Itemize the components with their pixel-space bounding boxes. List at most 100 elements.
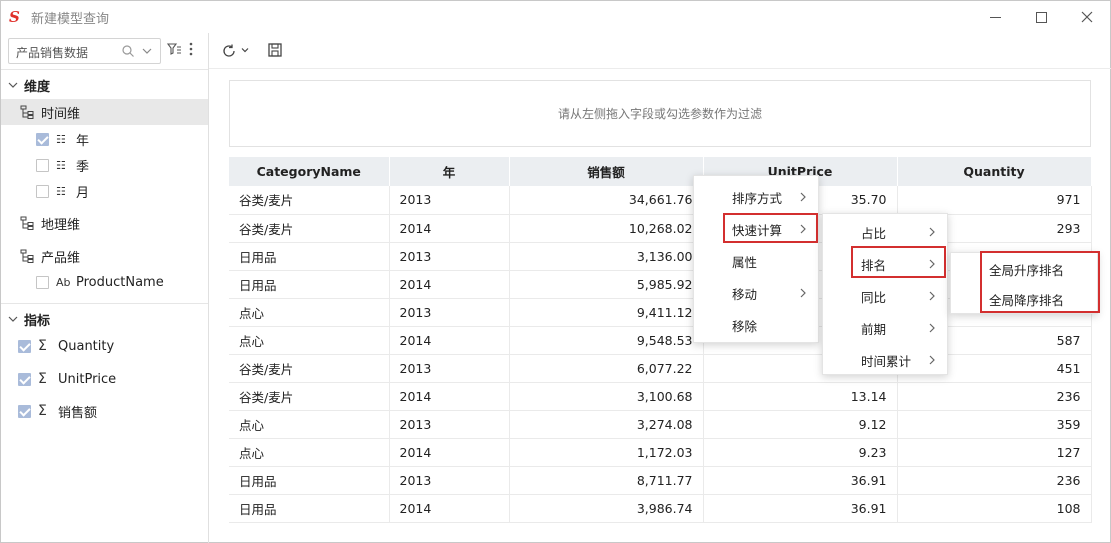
table-cell[interactable]: 9,411.12	[509, 298, 704, 327]
measure-unitprice[interactable]: Σ UnitPrice	[1, 366, 208, 392]
chevron-down-icon[interactable]	[240, 45, 250, 55]
table-cell[interactable]: 236	[897, 466, 1092, 495]
table-cell[interactable]: 3,274.08	[509, 410, 704, 439]
measure-quantity[interactable]: Σ Quantity	[1, 333, 208, 359]
field-checkbox[interactable]	[18, 404, 31, 418]
table-cell[interactable]: 日用品	[229, 242, 390, 271]
table-cell[interactable]: 13.14	[703, 382, 898, 411]
table-cell[interactable]: 36.91	[703, 466, 898, 495]
table-cell[interactable]: 8,711.77	[509, 466, 704, 495]
field-checkbox[interactable]	[36, 132, 49, 146]
table-cell[interactable]: 9.12	[703, 410, 898, 439]
table-cell[interactable]: 10,268.02	[509, 214, 704, 243]
table-cell[interactable]: 2013	[389, 354, 510, 383]
column-header[interactable]: Quantity	[897, 157, 1092, 186]
chevron-down-icon[interactable]	[6, 78, 20, 92]
field-checkbox[interactable]	[36, 184, 49, 198]
column-header[interactable]: CategoryName	[229, 157, 390, 186]
table-cell[interactable]: 2014	[389, 494, 510, 523]
measure-sales[interactable]: Σ 销售额	[1, 398, 208, 424]
search-icon[interactable]	[121, 44, 135, 58]
table-cell[interactable]: 2013	[389, 186, 510, 215]
table-cell[interactable]: 359	[897, 410, 1092, 439]
table-cell[interactable]: 2013	[389, 298, 510, 327]
table-cell[interactable]: 谷类/麦片	[229, 214, 390, 243]
field-month[interactable]: ☷ 月	[1, 178, 208, 204]
column-header[interactable]: 年	[389, 157, 510, 186]
more-icon[interactable]	[186, 41, 196, 57]
table-cell[interactable]: 2013	[389, 242, 510, 271]
dim-group-time[interactable]: 时间维	[1, 99, 208, 125]
table-cell[interactable]: 2014	[389, 214, 510, 243]
field-quarter[interactable]: ☷ 季	[1, 152, 208, 178]
field-checkbox[interactable]	[36, 275, 49, 289]
dataset-selector[interactable]: 产品销售数据	[8, 38, 161, 64]
table-row[interactable]: 谷类/麦片 2013 6,077.22 451	[229, 354, 1092, 383]
filter-icon[interactable]	[166, 41, 182, 57]
table-cell[interactable]: 点心	[229, 298, 390, 327]
minimize-button[interactable]	[972, 1, 1018, 33]
table-cell[interactable]: 236	[897, 382, 1092, 411]
table-cell[interactable]: 34,661.76	[509, 186, 704, 215]
table-cell[interactable]: 谷类/麦片	[229, 382, 390, 411]
filter-drop-zone[interactable]: 请从左侧拖入字段或勾选参数作为过滤	[229, 80, 1091, 147]
field-year[interactable]: ☷ 年	[1, 126, 208, 152]
table-cell[interactable]: 2014	[389, 438, 510, 467]
table-cell[interactable]: 1,172.03	[509, 438, 704, 467]
table-cell[interactable]: 3,136.00	[509, 242, 704, 271]
table-cell[interactable]: 点心	[229, 326, 390, 355]
menu-item-cumulative[interactable]: 时间累计	[823, 344, 947, 376]
menu-item-previous[interactable]: 前期	[823, 312, 947, 344]
table-cell[interactable]: 2014	[389, 382, 510, 411]
table-row[interactable]: 点心 2014 9,548.53 587	[229, 326, 1092, 355]
table-cell[interactable]: 2013	[389, 466, 510, 495]
table-cell[interactable]: 127	[897, 438, 1092, 467]
table-row[interactable]: 日用品 2013 8,711.77 36.91 236	[229, 466, 1092, 495]
maximize-button[interactable]	[1018, 1, 1064, 33]
table-row[interactable]: 点心 2014 1,172.03 9.23 127	[229, 438, 1092, 467]
menu-item-sort[interactable]: 排序方式	[694, 181, 818, 213]
table-cell[interactable]: 3,986.74	[509, 494, 704, 523]
field-productname[interactable]: Ab ProductName	[1, 269, 208, 295]
menu-item-percent[interactable]: 占比	[823, 216, 947, 248]
table-cell[interactable]: 36.91	[703, 494, 898, 523]
field-checkbox[interactable]	[18, 339, 31, 353]
table-cell[interactable]: 3,100.68	[509, 382, 704, 411]
field-checkbox[interactable]	[36, 158, 49, 172]
table-row[interactable]: 点心 2013 3,274.08 9.12 359	[229, 410, 1092, 439]
column-header[interactable]: 销售额	[509, 157, 704, 186]
section-dimensions[interactable]: 维度	[1, 72, 208, 98]
table-cell[interactable]: 日用品	[229, 466, 390, 495]
table-row[interactable]: 谷类/麦片 2014 3,100.68 13.14 236	[229, 382, 1092, 411]
table-row[interactable]: 谷类/麦片 2014 10,268.02 293	[229, 214, 1092, 243]
table-cell[interactable]: 日用品	[229, 494, 390, 523]
menu-item-properties[interactable]: 属性	[694, 245, 818, 277]
table-cell[interactable]: 9.23	[703, 438, 898, 467]
close-button[interactable]	[1064, 1, 1110, 33]
table-row[interactable]: 谷类/麦片 2013 34,661.76 35.70 971	[229, 186, 1092, 215]
table-cell[interactable]: 点心	[229, 438, 390, 467]
table-cell[interactable]: 6,077.22	[509, 354, 704, 383]
table-row[interactable]: 日用品 2014 3,986.74 36.91 108	[229, 494, 1092, 523]
table-cell[interactable]: 2014	[389, 326, 510, 355]
table-cell[interactable]: 9,548.53	[509, 326, 704, 355]
menu-item-move[interactable]: 移动	[694, 277, 818, 309]
menu-item-remove[interactable]: 移除	[694, 309, 818, 341]
table-cell[interactable]: 5,985.92	[509, 270, 704, 299]
chevron-down-icon[interactable]	[6, 312, 20, 326]
table-cell[interactable]: 谷类/麦片	[229, 354, 390, 383]
table-cell[interactable]: 点心	[229, 410, 390, 439]
section-measures[interactable]: 指标	[1, 306, 208, 332]
table-cell[interactable]: 日用品	[229, 270, 390, 299]
menu-item-yoy[interactable]: 同比	[823, 280, 947, 312]
dim-group-geo[interactable]: 地理维	[1, 210, 208, 236]
table-cell[interactable]: 谷类/麦片	[229, 186, 390, 215]
table-cell[interactable]: 2014	[389, 270, 510, 299]
table-cell[interactable]: 108	[897, 494, 1092, 523]
chevron-down-icon[interactable]	[140, 44, 154, 58]
field-checkbox[interactable]	[18, 372, 31, 386]
save-icon[interactable]	[267, 42, 283, 58]
table-cell[interactable]: 2013	[389, 410, 510, 439]
dim-group-product[interactable]: 产品维	[1, 243, 208, 269]
table-cell[interactable]: 971	[897, 186, 1092, 215]
